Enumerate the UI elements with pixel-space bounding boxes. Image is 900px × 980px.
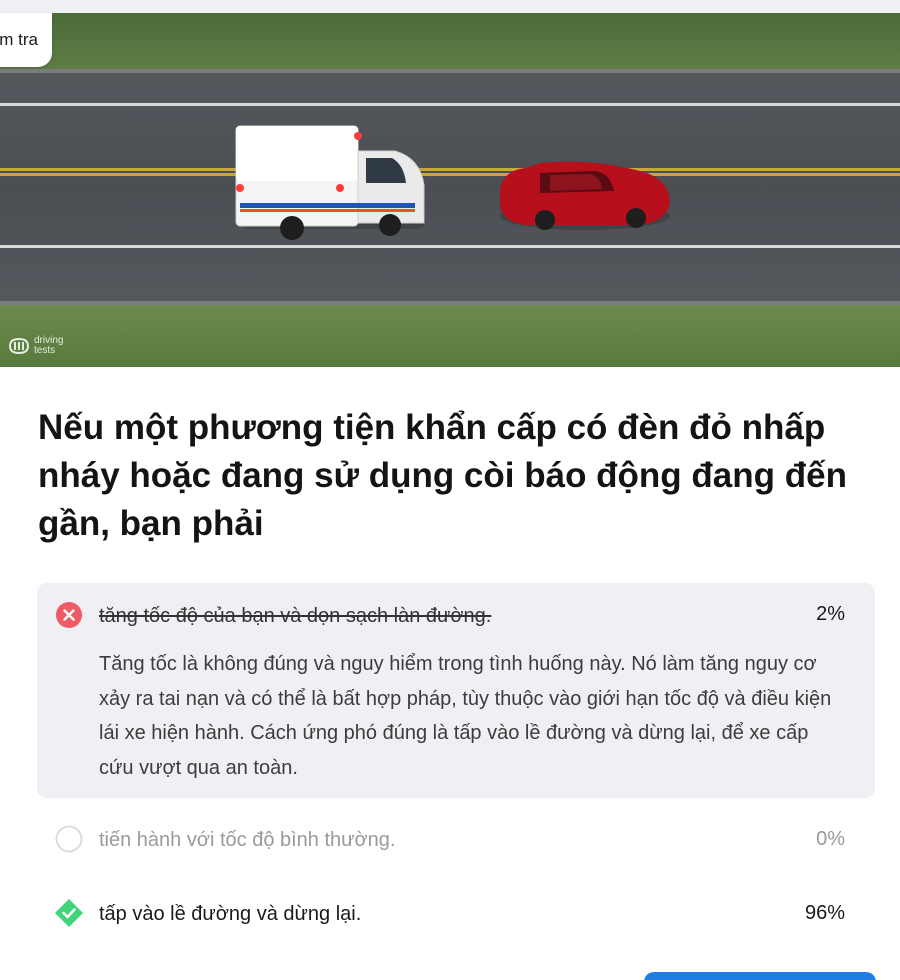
answer-label: tăng tốc độ của bạn và dọn sạch làn đườn… [99,605,492,627]
question-image [0,13,900,367]
answer-percent: 2% [816,603,845,625]
back-button[interactable]: m tra [0,13,52,67]
answer-explanation: Tăng tốc là không đúng và nguy hiểm tron… [99,653,832,779]
answer-percent: 0% [816,828,845,850]
answer-option-3[interactable]: tấp vào lề đường và dừng lại. 96% [37,888,875,940]
back-button-label: m tra [0,30,38,49]
top-strip [0,0,900,13]
watermark-text: driving tests [34,335,64,356]
answer-option-1[interactable]: tăng tốc độ của bạn và dọn sạch làn đườn… [37,583,875,798]
answer-label: tấp vào lề đường và dừng lại. [99,903,362,925]
answer-label: tiến hành với tốc độ bình thường. [99,829,396,851]
next-button[interactable] [644,972,876,980]
driving-tests-logo-icon [8,337,30,355]
road-scene-illustration [0,13,900,367]
answer-percent: 96% [804,902,845,924]
empty-circle-icon [55,825,83,853]
x-circle-icon [56,602,82,628]
question-text: Nếu một phương tiện khẩn cấp có đèn đỏ n… [38,408,847,543]
watermark: driving tests [8,336,74,356]
answer-option-2[interactable]: tiến hành với tốc độ bình thường. 0% [37,815,875,865]
check-diamond-icon [55,899,83,927]
